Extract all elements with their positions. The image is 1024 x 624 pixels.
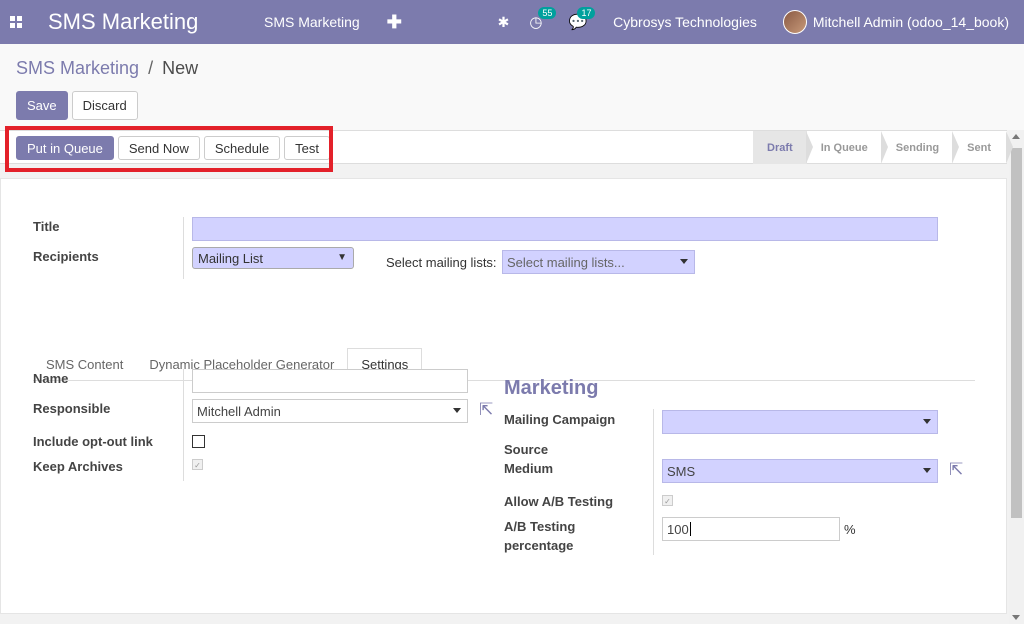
recipients-select[interactable]: Mailing List ▼ xyxy=(192,247,354,269)
ab-pct-label-line2: percentage xyxy=(504,538,574,553)
statusbar: Put in Queue Send Now Schedule Test Draf… xyxy=(0,130,1013,164)
save-button[interactable]: Save xyxy=(16,91,68,120)
marketing-section-title: Marketing xyxy=(504,377,599,399)
campaign-input[interactable] xyxy=(662,410,938,434)
name-input[interactable] xyxy=(192,369,468,393)
responsible-label: Responsible xyxy=(33,401,111,416)
group-divider xyxy=(183,369,184,481)
caret-down-icon xyxy=(923,468,931,473)
activity-badge: 55 xyxy=(538,7,557,19)
form-view: Put in Queue Send Now Schedule Test Draf… xyxy=(0,130,1013,624)
user-menu[interactable]: Mitchell Admin (odoo_14_book) xyxy=(782,10,1009,34)
mailing-lists-placeholder: Select mailing lists... xyxy=(507,254,625,270)
recipients-label: Recipients xyxy=(33,249,99,264)
stage-draft[interactable]: Draft xyxy=(753,131,813,164)
discard-button[interactable]: Discard xyxy=(71,91,138,120)
ab-testing-checkbox: ✓ xyxy=(662,495,673,506)
apps-menu-icon[interactable] xyxy=(0,0,32,44)
stage-sending[interactable]: Sending xyxy=(882,131,960,164)
breadcrumb-current: New xyxy=(162,58,199,78)
put-in-queue-button[interactable]: Put in Queue xyxy=(16,136,114,160)
stage-pipeline: Draft In Queue Sending Sent xyxy=(753,131,1013,164)
plus-icon[interactable]: ✚ xyxy=(387,12,402,33)
control-buttons: Save Discard xyxy=(16,91,138,120)
messages-badge: 17 xyxy=(577,7,596,19)
chevron-down-icon: ▼ xyxy=(337,252,347,263)
archives-label: Keep Archives xyxy=(33,459,123,474)
breadcrumb: SMS Marketing / New xyxy=(16,58,198,79)
medium-label: Medium xyxy=(504,461,554,476)
mailing-lists-label: Select mailing lists: xyxy=(386,255,497,270)
scroll-down-icon[interactable] xyxy=(1012,615,1020,620)
messages-icon[interactable]: 💬 17 xyxy=(568,7,596,31)
external-link-icon[interactable]: ⇱ xyxy=(949,461,967,479)
ab-pct-unit: % xyxy=(844,522,856,537)
app-brand[interactable]: SMS Marketing xyxy=(48,9,238,35)
breadcrumb-parent[interactable]: SMS Marketing xyxy=(16,58,139,78)
activity-clock-icon[interactable]: ◷ 55 xyxy=(529,7,557,31)
debug-bug-icon[interactable]: ✱ xyxy=(498,14,510,31)
send-now-button[interactable]: Send Now xyxy=(117,136,200,160)
top-navbar: SMS Marketing SMS Marketing ✚ ✱ ◷ 55 💬 17 … xyxy=(0,0,1024,44)
scroll-thumb[interactable] xyxy=(1011,148,1022,518)
ab-pct-label-line1: A/B Testing xyxy=(504,519,576,534)
company-switcher[interactable]: Cybrosys Technologies xyxy=(613,14,757,30)
stage-in-queue[interactable]: In Queue xyxy=(807,131,888,164)
medium-value: SMS xyxy=(667,463,696,479)
group-divider xyxy=(653,409,654,555)
caret-down-icon xyxy=(923,419,931,424)
recipients-value: Mailing List xyxy=(198,250,264,266)
source-label: Source xyxy=(504,442,549,457)
campaign-label: Mailing Campaign xyxy=(504,412,616,427)
mailing-lists-input[interactable]: Select mailing lists... xyxy=(502,250,695,274)
ab-testing-label: Allow A/B Testing xyxy=(504,494,614,509)
breadcrumb-separator: / xyxy=(148,58,154,78)
test-button[interactable]: Test xyxy=(284,136,330,160)
scrollbar[interactable] xyxy=(1009,130,1024,624)
schedule-button[interactable]: Schedule xyxy=(203,136,281,160)
caret-down-icon xyxy=(680,259,688,264)
text-cursor xyxy=(689,522,691,536)
archives-checkbox: ✓ xyxy=(192,459,203,470)
group-divider xyxy=(183,217,184,279)
user-name: Mitchell Admin (odoo_14_book) xyxy=(812,14,1009,30)
optout-label: Include opt-out link xyxy=(33,434,153,449)
caret-down-icon xyxy=(453,408,461,413)
avatar xyxy=(782,10,807,34)
medium-input[interactable]: SMS xyxy=(662,459,938,483)
external-link-icon[interactable]: ⇱ xyxy=(479,401,497,419)
stage-sent[interactable]: Sent xyxy=(953,131,1013,164)
responsible-input[interactable]: Mitchell Admin xyxy=(192,399,468,423)
optout-checkbox[interactable] xyxy=(192,435,205,448)
ab-pct-input[interactable]: 100 xyxy=(662,517,840,541)
menu-sms-marketing[interactable]: SMS Marketing xyxy=(264,14,360,30)
name-label: Name xyxy=(33,371,69,386)
title-input[interactable] xyxy=(192,217,938,241)
form-sheet: Title Recipients Mailing List ▼ Select m… xyxy=(0,178,1007,614)
responsible-value: Mitchell Admin xyxy=(197,403,281,419)
title-label: Title xyxy=(33,219,60,234)
ab-pct-value: 100 xyxy=(667,521,689,537)
scroll-up-icon[interactable] xyxy=(1012,134,1020,139)
